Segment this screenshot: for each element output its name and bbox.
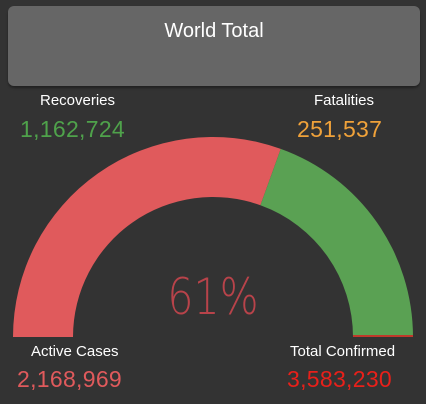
gauge-fatal-segment [353, 335, 413, 337]
gauge-percent: 61% [167, 268, 259, 326]
active-cases-label: Active Cases [31, 343, 119, 360]
total-confirmed-label: Total Confirmed [290, 343, 396, 360]
total-confirmed-value: 3,583,230 [287, 366, 393, 392]
active-cases-value: 2,168,969 [17, 366, 123, 392]
